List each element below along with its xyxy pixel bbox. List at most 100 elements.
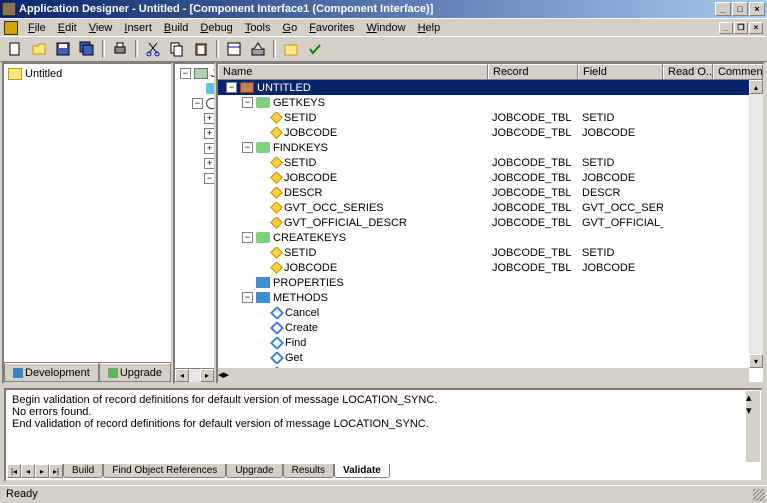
output-tab-results[interactable]: Results bbox=[283, 464, 334, 478]
col-name[interactable]: Name bbox=[218, 64, 488, 79]
grid-row[interactable]: SETIDJOBCODE_TBLSETID bbox=[218, 245, 763, 260]
tree-expander[interactable]: − bbox=[192, 98, 203, 109]
grid-row[interactable]: −METHODS bbox=[218, 290, 763, 305]
project-root-item[interactable]: Untitled bbox=[8, 68, 167, 80]
tree-expander[interactable]: − bbox=[242, 97, 253, 108]
cut-button[interactable] bbox=[142, 39, 164, 59]
component-tree-row[interactable]: JOBCODE_TBL (Table) - Se bbox=[177, 81, 212, 96]
tab-nav-last[interactable]: ▸| bbox=[49, 464, 63, 478]
component-tree-row[interactable]: +Scroll - Level 2 Pri bbox=[177, 351, 212, 366]
component-tree-row[interactable]: +FUNCLIB_HR (Der bbox=[177, 201, 212, 216]
mdi-close-button[interactable]: × bbox=[749, 22, 763, 34]
scroll-track[interactable] bbox=[749, 94, 763, 354]
tab-nav-first[interactable]: |◂ bbox=[7, 464, 21, 478]
project-button[interactable] bbox=[280, 39, 302, 59]
menu-go[interactable]: Go bbox=[277, 21, 304, 35]
mdi-restore-button[interactable]: ❐ bbox=[734, 22, 748, 34]
tree-expander[interactable]: − bbox=[180, 68, 191, 79]
tree-expander[interactable]: − bbox=[242, 292, 253, 303]
grid-row[interactable]: Get bbox=[218, 350, 763, 365]
output-v-scrollbar[interactable]: ▴ ▾ bbox=[746, 391, 760, 462]
component-tree-row[interactable]: +HR_LBL_WRK (Derive bbox=[177, 126, 212, 141]
mdi-minimize-button[interactable]: _ bbox=[719, 22, 733, 34]
open-button[interactable] bbox=[28, 39, 50, 59]
grid-row[interactable]: DESCRJOBCODE_TBLDESCR bbox=[218, 185, 763, 200]
grid-body[interactable]: −UNTITLED−GETKEYSSETIDJOBCODE_TBLSETIDJO… bbox=[218, 80, 763, 382]
print-button[interactable] bbox=[109, 39, 131, 59]
grid-row[interactable]: Find bbox=[218, 335, 763, 350]
component-tree-row[interactable]: +Scroll - Level 1 Primary bbox=[177, 156, 212, 171]
component-tree[interactable]: −JOB_CODE_TBL (Component)JOBCODE_TBL (Ta… bbox=[175, 64, 214, 366]
output-tab-build[interactable]: Build bbox=[63, 464, 103, 478]
copy-button[interactable] bbox=[166, 39, 188, 59]
component-tree-row[interactable]: +JOBCODE_TBL (Table bbox=[177, 111, 212, 126]
menu-insert[interactable]: Insert bbox=[118, 21, 158, 35]
output-tab-find-object-references[interactable]: Find Object References bbox=[103, 464, 226, 478]
scroll-track[interactable] bbox=[189, 369, 200, 382]
tree-expander[interactable]: + bbox=[204, 158, 214, 169]
menu-help[interactable]: Help bbox=[412, 21, 447, 35]
component-tree-row[interactable]: −Scroll - Level 1 Primary bbox=[177, 171, 212, 186]
minimize-button[interactable]: _ bbox=[715, 2, 731, 16]
mid-h-scrollbar[interactable]: ◂ ▸ bbox=[175, 368, 214, 382]
menu-edit[interactable]: Edit bbox=[52, 21, 83, 35]
component-tree-row[interactable]: +EG_IC_WRK0 (De bbox=[177, 231, 212, 246]
tree-expander[interactable]: + bbox=[204, 143, 214, 154]
grid-row[interactable]: −UNTITLED bbox=[218, 80, 763, 95]
component-tree-row[interactable]: −JOB_CODE_TBL (Component) bbox=[177, 66, 212, 81]
col-field[interactable]: Field bbox=[578, 64, 663, 79]
grid-row[interactable]: JOBCODEJOBCODE_TBLJOBCODE bbox=[218, 260, 763, 275]
menu-view[interactable]: View bbox=[83, 21, 119, 35]
close-button[interactable]: × bbox=[749, 2, 765, 16]
paste-button[interactable] bbox=[190, 39, 212, 59]
resize-grip[interactable] bbox=[753, 489, 765, 501]
save-button[interactable] bbox=[52, 39, 74, 59]
component-tree-row[interactable]: +EXCH_RT_WRK (I bbox=[177, 321, 212, 336]
tree-expander[interactable]: + bbox=[204, 113, 214, 124]
menu-tools[interactable]: Tools bbox=[239, 21, 277, 35]
validate-button[interactable] bbox=[304, 39, 326, 59]
tree-expander[interactable]: + bbox=[204, 128, 214, 139]
output-tab-validate[interactable]: Validate bbox=[334, 464, 390, 478]
grid-row[interactable]: −CREATEKEYS bbox=[218, 230, 763, 245]
col-readonly[interactable]: Read O... bbox=[663, 64, 713, 79]
component-tree-row[interactable]: +DERIVED_IC_GBL bbox=[177, 216, 212, 231]
scroll-right-button[interactable]: ▸ bbox=[224, 368, 230, 382]
grid-row[interactable]: −GETKEYS bbox=[218, 95, 763, 110]
col-comment[interactable]: Comment bbox=[713, 64, 763, 79]
menu-window[interactable]: Window bbox=[360, 21, 411, 35]
tree-expander[interactable]: − bbox=[242, 142, 253, 153]
tab-nav-next[interactable]: ▸ bbox=[35, 464, 49, 478]
component-tree-row[interactable]: −Scroll - Level 0 bbox=[177, 96, 212, 111]
grid-row[interactable]: JOBCODEJOBCODE_TBLJOBCODE bbox=[218, 170, 763, 185]
new-button[interactable] bbox=[4, 39, 26, 59]
build-button[interactable] bbox=[247, 39, 269, 59]
tree-expander[interactable]: − bbox=[226, 82, 237, 93]
scroll-right-button[interactable]: ▸ bbox=[200, 369, 214, 382]
output-text[interactable]: Begin validation of record definitions f… bbox=[6, 390, 761, 462]
component-tree-row[interactable]: +GVT_DERIVED_LI bbox=[177, 261, 212, 276]
grid-row[interactable]: Create bbox=[218, 320, 763, 335]
grid-row[interactable]: SETIDJOBCODE_TBLSETID bbox=[218, 110, 763, 125]
properties-button[interactable] bbox=[223, 39, 245, 59]
output-tab-upgrade[interactable]: Upgrade bbox=[226, 464, 282, 478]
menu-file[interactable]: File bbox=[22, 21, 52, 35]
grid-row[interactable]: PROPERTIES bbox=[218, 275, 763, 290]
mdi-doc-icon[interactable] bbox=[4, 21, 18, 35]
tab-nav-prev[interactable]: ◂ bbox=[21, 464, 35, 478]
grid-row[interactable]: JOBCODEJOBCODE_TBLJOBCODE bbox=[218, 125, 763, 140]
right-v-scrollbar[interactable]: ▴ ▾ bbox=[749, 80, 763, 368]
save-all-button[interactable] bbox=[76, 39, 98, 59]
col-record[interactable]: Record bbox=[488, 64, 578, 79]
component-tree-row[interactable]: +HR_LBL_WRK (De bbox=[177, 291, 212, 306]
scroll-up-button[interactable]: ▴ bbox=[749, 80, 763, 94]
grid-row[interactable]: Cancel bbox=[218, 305, 763, 320]
scroll-down-button[interactable]: ▾ bbox=[749, 354, 763, 368]
scroll-up-button[interactable]: ▴ bbox=[746, 391, 760, 404]
scroll-left-button[interactable]: ◂ bbox=[175, 369, 189, 382]
grid-row[interactable]: GVT_OCC_SERIESJOBCODE_TBLGVT_OCC_SERI... bbox=[218, 200, 763, 215]
grid-row[interactable]: GVT_OFFICIAL_DESCRJOBCODE_TBLGVT_OFFICIA… bbox=[218, 215, 763, 230]
component-tree-row[interactable]: +Scroll - Level 2 Pri bbox=[177, 336, 212, 351]
tree-expander[interactable]: − bbox=[242, 232, 253, 243]
component-tree-row[interactable]: +JOBCODE_TBL (T bbox=[177, 186, 212, 201]
